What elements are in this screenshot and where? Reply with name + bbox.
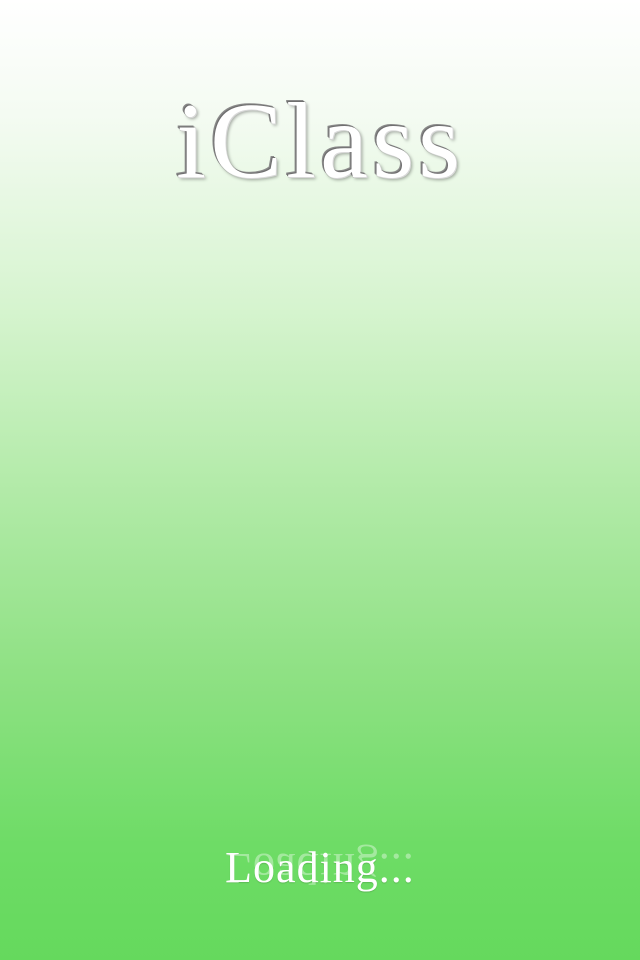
app-title: iClass (175, 82, 465, 201)
loading-reflection-label: Loading... (225, 844, 415, 893)
loading-reflection: Loading... (0, 844, 640, 893)
splash-screen: iClass Loading... Loading... (0, 0, 640, 960)
